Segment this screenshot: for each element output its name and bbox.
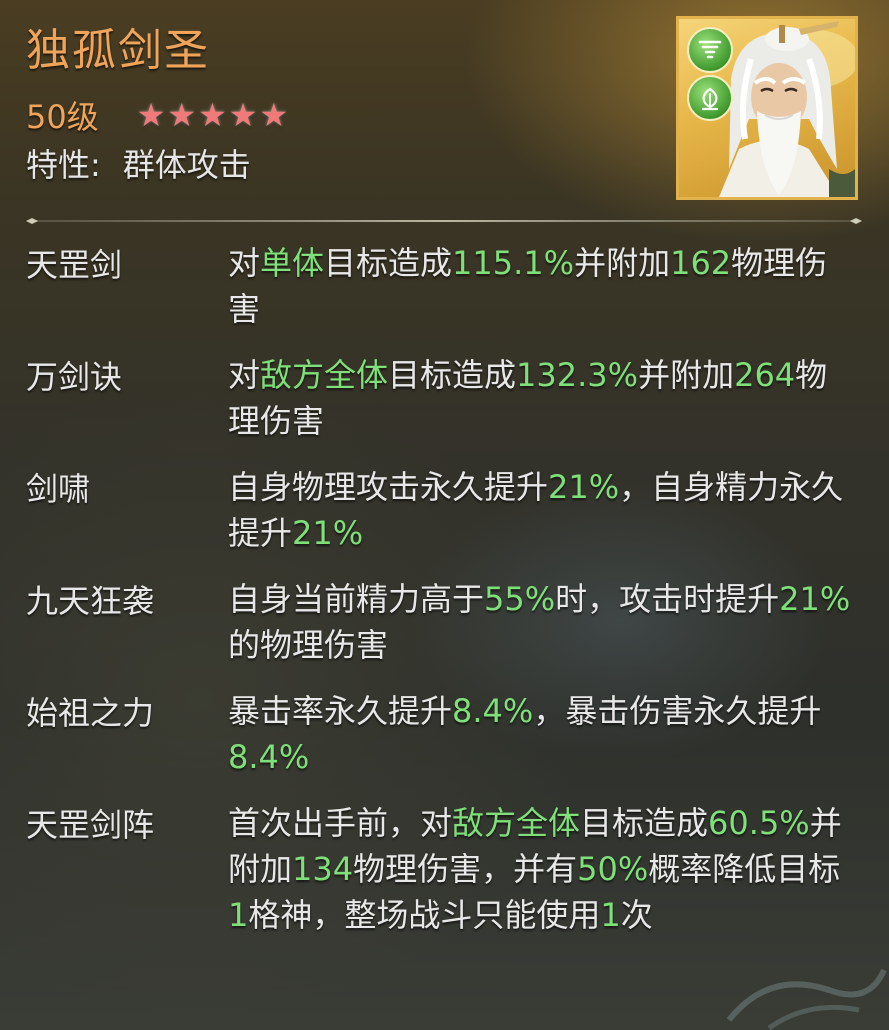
leaf-glyph <box>701 87 719 111</box>
description-text: 自身物理攻击永久提升 <box>228 468 549 506</box>
description-text: 对 <box>228 356 261 394</box>
description-text: 目标造成 <box>324 244 453 282</box>
trait-row: 特性: 群体攻击 <box>26 140 251 186</box>
skill-name: 天罡剑 <box>26 246 123 284</box>
highlight-value: 21% <box>292 514 364 552</box>
skill-description: 自身物理攻击永久提升21%，自身精力永久提升21% <box>228 464 858 556</box>
skill-name: 万剑诀 <box>26 358 123 396</box>
description-text: 次 <box>620 896 653 934</box>
star-icon: ★ <box>228 96 258 134</box>
description-text: 暴击率永久提升 <box>228 692 453 730</box>
skill-description: 自身当前精力高于55%时，攻击时提升21% 的物理伤害 <box>228 576 858 668</box>
highlight-value: 60.5% <box>708 804 810 842</box>
hero-portrait[interactable] <box>676 16 858 200</box>
highlight-value: 敌方全体 <box>260 356 389 394</box>
cloud-swirl-decoration <box>726 968 887 1030</box>
highlight-value: 1 <box>600 896 621 934</box>
section-divider <box>26 218 862 224</box>
highlight-value: 8.4% <box>228 738 310 776</box>
highlight-value: 162 <box>670 244 732 282</box>
description-text: ，暴击伤害永久提升 <box>533 692 822 730</box>
star-icon: ★ <box>259 96 289 134</box>
skill-row: 九天狂袭 自身当前精力高于55%时，攻击时提升21% 的物理伤害 <box>26 576 866 668</box>
tornado-glyph <box>698 40 722 59</box>
tornado-icon[interactable] <box>687 27 733 73</box>
leaf-icon[interactable] <box>687 75 733 121</box>
hero-name: 独孤剑圣 <box>26 25 210 76</box>
highlight-value: 1 <box>228 896 249 934</box>
highlight-value: 单体 <box>260 244 325 282</box>
description-text: 对 <box>228 244 261 282</box>
trait-value: 群体攻击 <box>122 146 251 184</box>
skill-description: 对敌方全体目标造成132.3%并附加264物理伤害 <box>228 352 858 444</box>
description-text: 目标造成 <box>388 356 517 394</box>
skill-row: 天罡剑 对单体目标造成115.1%并附加162物理伤害 <box>26 240 866 332</box>
description-text: 并附加 <box>574 244 671 282</box>
highlight-value: 115.1% <box>452 244 575 282</box>
highlight-value: 敌方全体 <box>452 804 581 842</box>
highlight-value: 55% <box>484 580 556 618</box>
star-icon: ★ <box>198 96 227 134</box>
description-text: 概率降低目标 <box>648 850 841 888</box>
skill-row: 剑啸 自身物理攻击永久提升21%，自身精力永久提升21% <box>26 464 866 556</box>
skill-name: 剑啸 <box>26 470 91 508</box>
highlight-value: 264 <box>734 356 796 394</box>
description-text: 首次出手前，对 <box>228 804 453 842</box>
skill-description: 对单体目标造成115.1%并附加162物理伤害 <box>228 240 858 332</box>
star-icon: ★ <box>136 96 166 134</box>
skill-name: 天罡剑阵 <box>26 806 155 844</box>
star-rating: ★ ★ ★ ★ ★ <box>137 96 290 134</box>
level-row: 50级 ★ ★ ★ ★ ★ <box>26 92 290 138</box>
highlight-value: 21% <box>779 580 851 618</box>
description-text: 时，攻击时提升 <box>555 580 780 618</box>
highlight-value: 8.4% <box>452 692 534 730</box>
skill-description: 暴击率永久提升8.4%，暴击伤害永久提升8.4% <box>228 688 858 780</box>
description-text: 自身当前精力高于 <box>228 580 485 618</box>
description-text: 物理伤害，并有 <box>353 850 578 888</box>
skill-name: 始祖之力 <box>26 694 155 732</box>
description-text: 并附加 <box>638 356 735 394</box>
description-text: 目标造成 <box>580 804 709 842</box>
description-text: 的物理伤害 <box>228 626 389 664</box>
highlight-value: 50% <box>577 850 649 888</box>
skill-row: 始祖之力 暴击率永久提升8.4%，暴击伤害永久提升8.4% <box>26 688 866 780</box>
skill-name: 九天狂袭 <box>26 582 155 620</box>
highlight-value: 21% <box>548 468 620 506</box>
description-text: 格神，整场战斗只能使用 <box>248 896 601 934</box>
hero-level: 50级 <box>26 98 99 136</box>
highlight-value: 132.3% <box>516 356 639 394</box>
highlight-value: 134 <box>292 850 354 888</box>
star-icon: ★ <box>167 96 197 134</box>
skill-list: 天罡剑 对单体目标造成115.1%并附加162物理伤害 万剑诀 对敌方全体目标造… <box>26 240 866 958</box>
trait-label: 特性: <box>26 146 101 184</box>
skill-row: 万剑诀 对敌方全体目标造成132.3%并附加264物理伤害 <box>26 352 866 444</box>
